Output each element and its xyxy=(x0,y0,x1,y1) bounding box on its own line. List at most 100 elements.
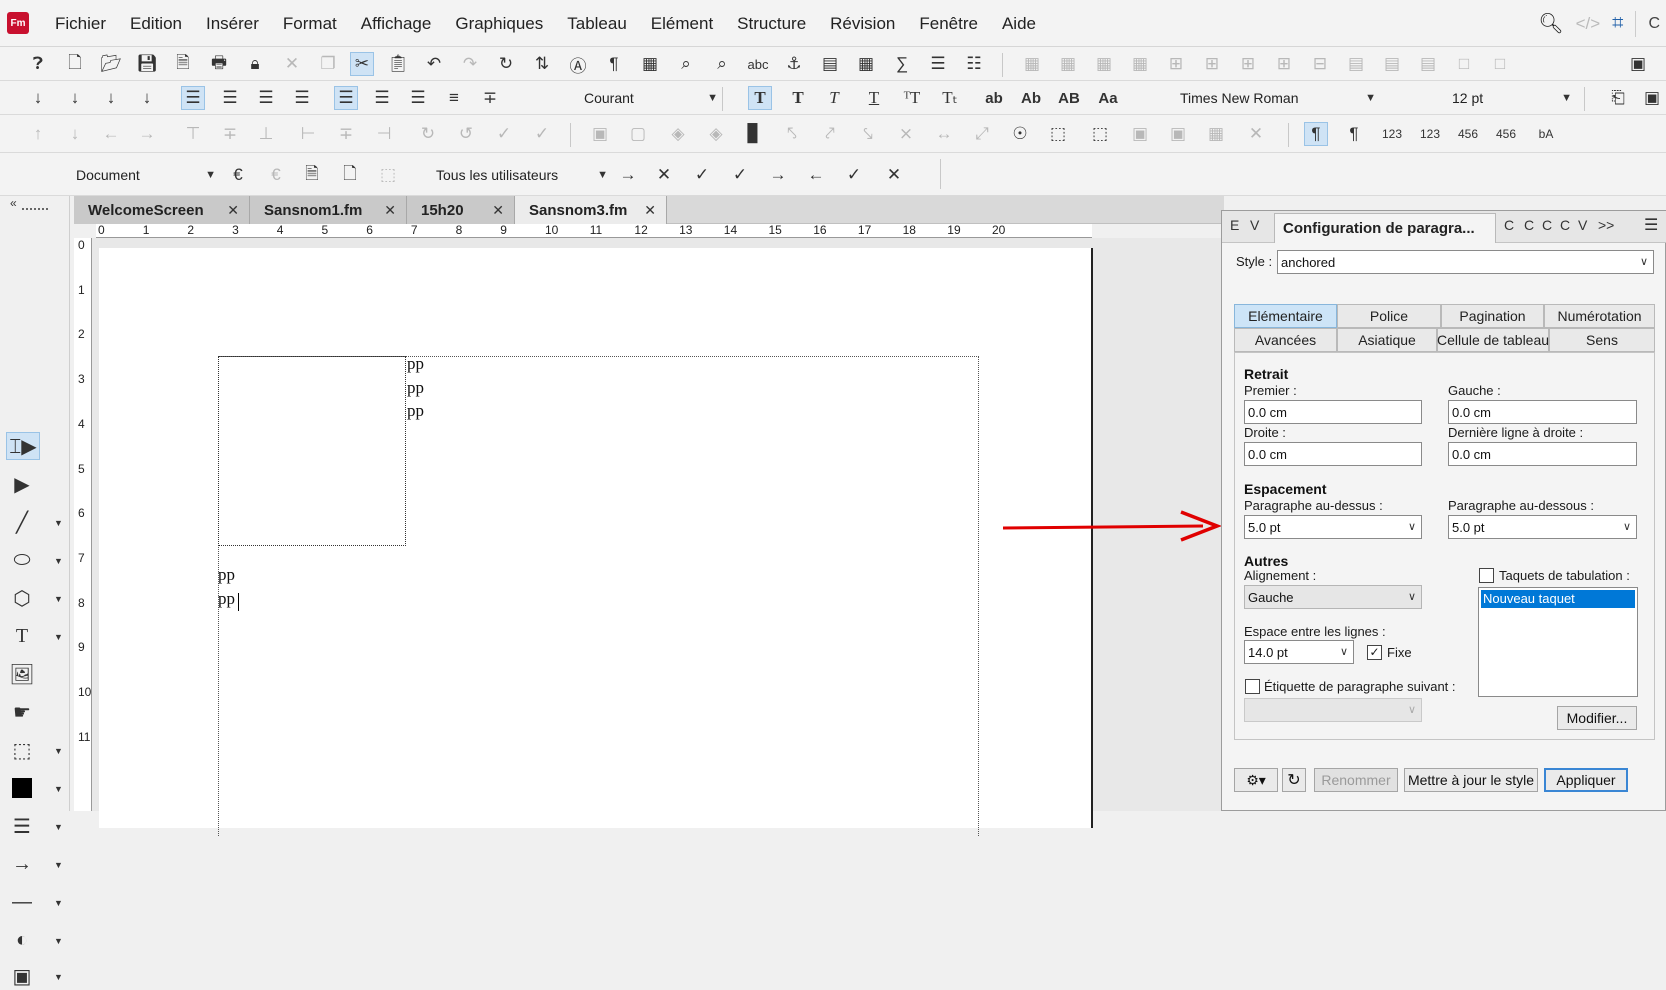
menu-aide[interactable]: Aide xyxy=(990,0,1048,47)
help-icon[interactable]: ❓︎ xyxy=(26,52,50,76)
para-format-icon[interactable]: ¶ xyxy=(602,52,626,76)
crop-frame-icon[interactable]: ⌗ xyxy=(1612,12,1623,35)
frame-icon-2[interactable]: ▣ xyxy=(1166,122,1190,146)
rename-button[interactable]: Renommer xyxy=(1314,768,1398,792)
repeat-icon[interactable]: ↻ xyxy=(494,52,518,76)
align-center-icon[interactable]: ☰ xyxy=(218,86,242,110)
text-select-tool-icon[interactable]: ⌶▶ xyxy=(6,432,40,460)
insert-spacing-icon[interactable]: ∓ xyxy=(478,86,502,110)
align-left-icon[interactable]: ☰ xyxy=(181,86,205,110)
para-dessous-select[interactable]: 5.0 pt ∨ xyxy=(1448,515,1637,539)
copy-icon[interactable]: ❐ xyxy=(316,52,340,76)
align-middle-icon[interactable]: ↓ xyxy=(63,86,87,110)
table-border-icon[interactable]: □ xyxy=(1452,52,1476,76)
doc-tab[interactable]: 15h20 ✕ xyxy=(407,196,515,224)
settings-gear-button[interactable]: ⚙▾ xyxy=(1234,768,1278,792)
table-row-icon[interactable]: ▦ xyxy=(1020,52,1044,76)
etiquette-select[interactable]: ∨ xyxy=(1244,698,1422,722)
menu-edition[interactable]: Edition xyxy=(118,0,194,47)
rotate-icon[interactable]: ↻ xyxy=(416,122,440,146)
scale-icon[interactable]: ⤢ xyxy=(970,122,994,146)
sort-icon[interactable]: ⇅ xyxy=(530,52,554,76)
close-icon[interactable]: ✕ xyxy=(227,202,239,219)
frame-icon[interactable]: ▤ xyxy=(818,52,842,76)
document-page[interactable]: pp pp pp pp pp xyxy=(99,248,1093,836)
para-dessus-select[interactable]: 5.0 pt ∨ xyxy=(1244,515,1422,539)
code-view-icon[interactable]: </> xyxy=(1576,14,1601,34)
tab-elementaire[interactable]: Elémentaire xyxy=(1234,304,1337,328)
tab-avancees[interactable]: Avancées xyxy=(1234,328,1337,352)
new-document-icon[interactable]: 🗋 xyxy=(63,52,87,76)
track-changes-icon[interactable]: € xyxy=(226,163,250,187)
reject-next-icon[interactable]: → xyxy=(766,163,790,187)
track-page-icon[interactable]: 🗋 xyxy=(338,163,362,187)
etiquette-checkbox[interactable] xyxy=(1245,679,1260,694)
palette-grip[interactable] xyxy=(22,208,48,212)
close-icon[interactable]: ✕ xyxy=(492,202,504,219)
save-icon[interactable]: 💾︎ xyxy=(135,52,159,76)
table-col-icon[interactable]: ▦ xyxy=(1056,52,1080,76)
move-up-icon[interactable]: ↑ xyxy=(26,122,50,146)
find-replace-icon[interactable]: ⌕ xyxy=(674,52,698,76)
refresh-icon[interactable]: ↻ xyxy=(1282,768,1306,792)
gauche-input[interactable]: 0.0 cm xyxy=(1448,400,1637,424)
paragraph-tag-select[interactable]: Courant ▼ xyxy=(584,86,718,110)
print-icon[interactable]: 🖶 xyxy=(207,52,231,76)
list-bullet-icon[interactable]: ☰ xyxy=(926,52,950,76)
cut-icon[interactable]: ✕ xyxy=(280,52,304,76)
numbers-2-icon[interactable]: 123 xyxy=(1418,122,1442,146)
menu-affichage[interactable]: Affichage xyxy=(349,0,444,47)
accept-all-changes-icon[interactable]: ✓ xyxy=(842,163,866,187)
table-merge-icon[interactable]: ▦ xyxy=(1092,52,1116,76)
check-all-icon[interactable]: ✓ xyxy=(530,122,554,146)
fixe-checkbox[interactable]: ✓ xyxy=(1367,645,1382,660)
layout-icon[interactable]: ▣ xyxy=(1626,52,1650,76)
tab-police[interactable]: Police xyxy=(1337,304,1441,328)
align-bottoms-icon[interactable]: ⊥ xyxy=(254,122,278,146)
align-baseline-icon[interactable]: ↓ xyxy=(135,86,159,110)
line-end-icon[interactable]: → xyxy=(8,850,36,878)
lowercase-icon[interactable]: ab xyxy=(982,86,1006,110)
polygon-tool-icon[interactable]: ⬡ xyxy=(8,584,36,612)
menu-inserer[interactable]: Insérer xyxy=(194,0,271,47)
align-tops-icon[interactable]: ⊤ xyxy=(181,122,205,146)
table-format-icon[interactable]: ▦ xyxy=(638,52,662,76)
open-folder-icon[interactable]: 📂︎ xyxy=(99,52,123,76)
text-direction-icon[interactable]: bA xyxy=(1534,122,1558,146)
align-top-icon[interactable]: ↓ xyxy=(26,86,50,110)
capitalize-icon[interactable]: Ab xyxy=(1019,86,1043,110)
insert-table-icon[interactable]: ▦ xyxy=(854,52,878,76)
panel-mini-tab[interactable]: C xyxy=(1542,217,1552,233)
dash-pattern-icon[interactable]: — xyxy=(8,888,36,916)
interligne-select[interactable]: 14.0 pt ∨ xyxy=(1244,640,1354,664)
spellcheck-icon[interactable]: abc xyxy=(746,52,770,76)
taquets-checkbox[interactable] xyxy=(1479,568,1494,583)
taquets-list[interactable]: Nouveau taquet xyxy=(1478,587,1638,697)
list-item[interactable]: Nouveau taquet xyxy=(1481,590,1635,608)
uppercase-icon[interactable]: AB xyxy=(1057,86,1081,110)
close-icon[interactable]: ✕ xyxy=(644,202,656,219)
paste-icon[interactable]: 📋︎ xyxy=(386,52,410,76)
redo-icon[interactable]: ↷ xyxy=(458,52,482,76)
align-centers-icon[interactable]: ∓ xyxy=(334,122,358,146)
menu-fichier[interactable]: Fichier xyxy=(43,0,118,47)
apply-button[interactable]: Appliquer xyxy=(1544,768,1628,792)
palette-collapse-icon[interactable]: « xyxy=(10,196,17,210)
next-change-icon[interactable]: → xyxy=(616,163,640,187)
smooth-icon[interactable]: ⤤ xyxy=(818,122,842,146)
table-delete-icon[interactable]: ⊟ xyxy=(1308,52,1332,76)
connect-icon[interactable]: ☉ xyxy=(1008,122,1032,146)
numbers-1-icon[interactable]: 123 xyxy=(1380,122,1404,146)
track-frame-icon[interactable]: ⬚ xyxy=(376,163,400,187)
table-add-col-icon[interactable]: ⊞ xyxy=(1236,52,1260,76)
superscript-icon[interactable]: ᵀT xyxy=(900,86,924,110)
numbers-3-icon[interactable]: 456 xyxy=(1456,122,1480,146)
align-middles-icon[interactable]: ∓ xyxy=(218,122,242,146)
unlink-icon[interactable]: ✕ xyxy=(1244,122,1268,146)
zoom-icon[interactable]: ⌕ xyxy=(710,52,734,76)
numbers-4-icon[interactable]: 456 xyxy=(1494,122,1518,146)
justify-icon[interactable]: ☰ xyxy=(290,86,314,110)
track-doc-icon[interactable]: 🗎 xyxy=(300,163,324,187)
cut-menu[interactable]: C xyxy=(1648,15,1660,33)
panel-menu-icon[interactable]: ☰ xyxy=(1644,215,1658,235)
